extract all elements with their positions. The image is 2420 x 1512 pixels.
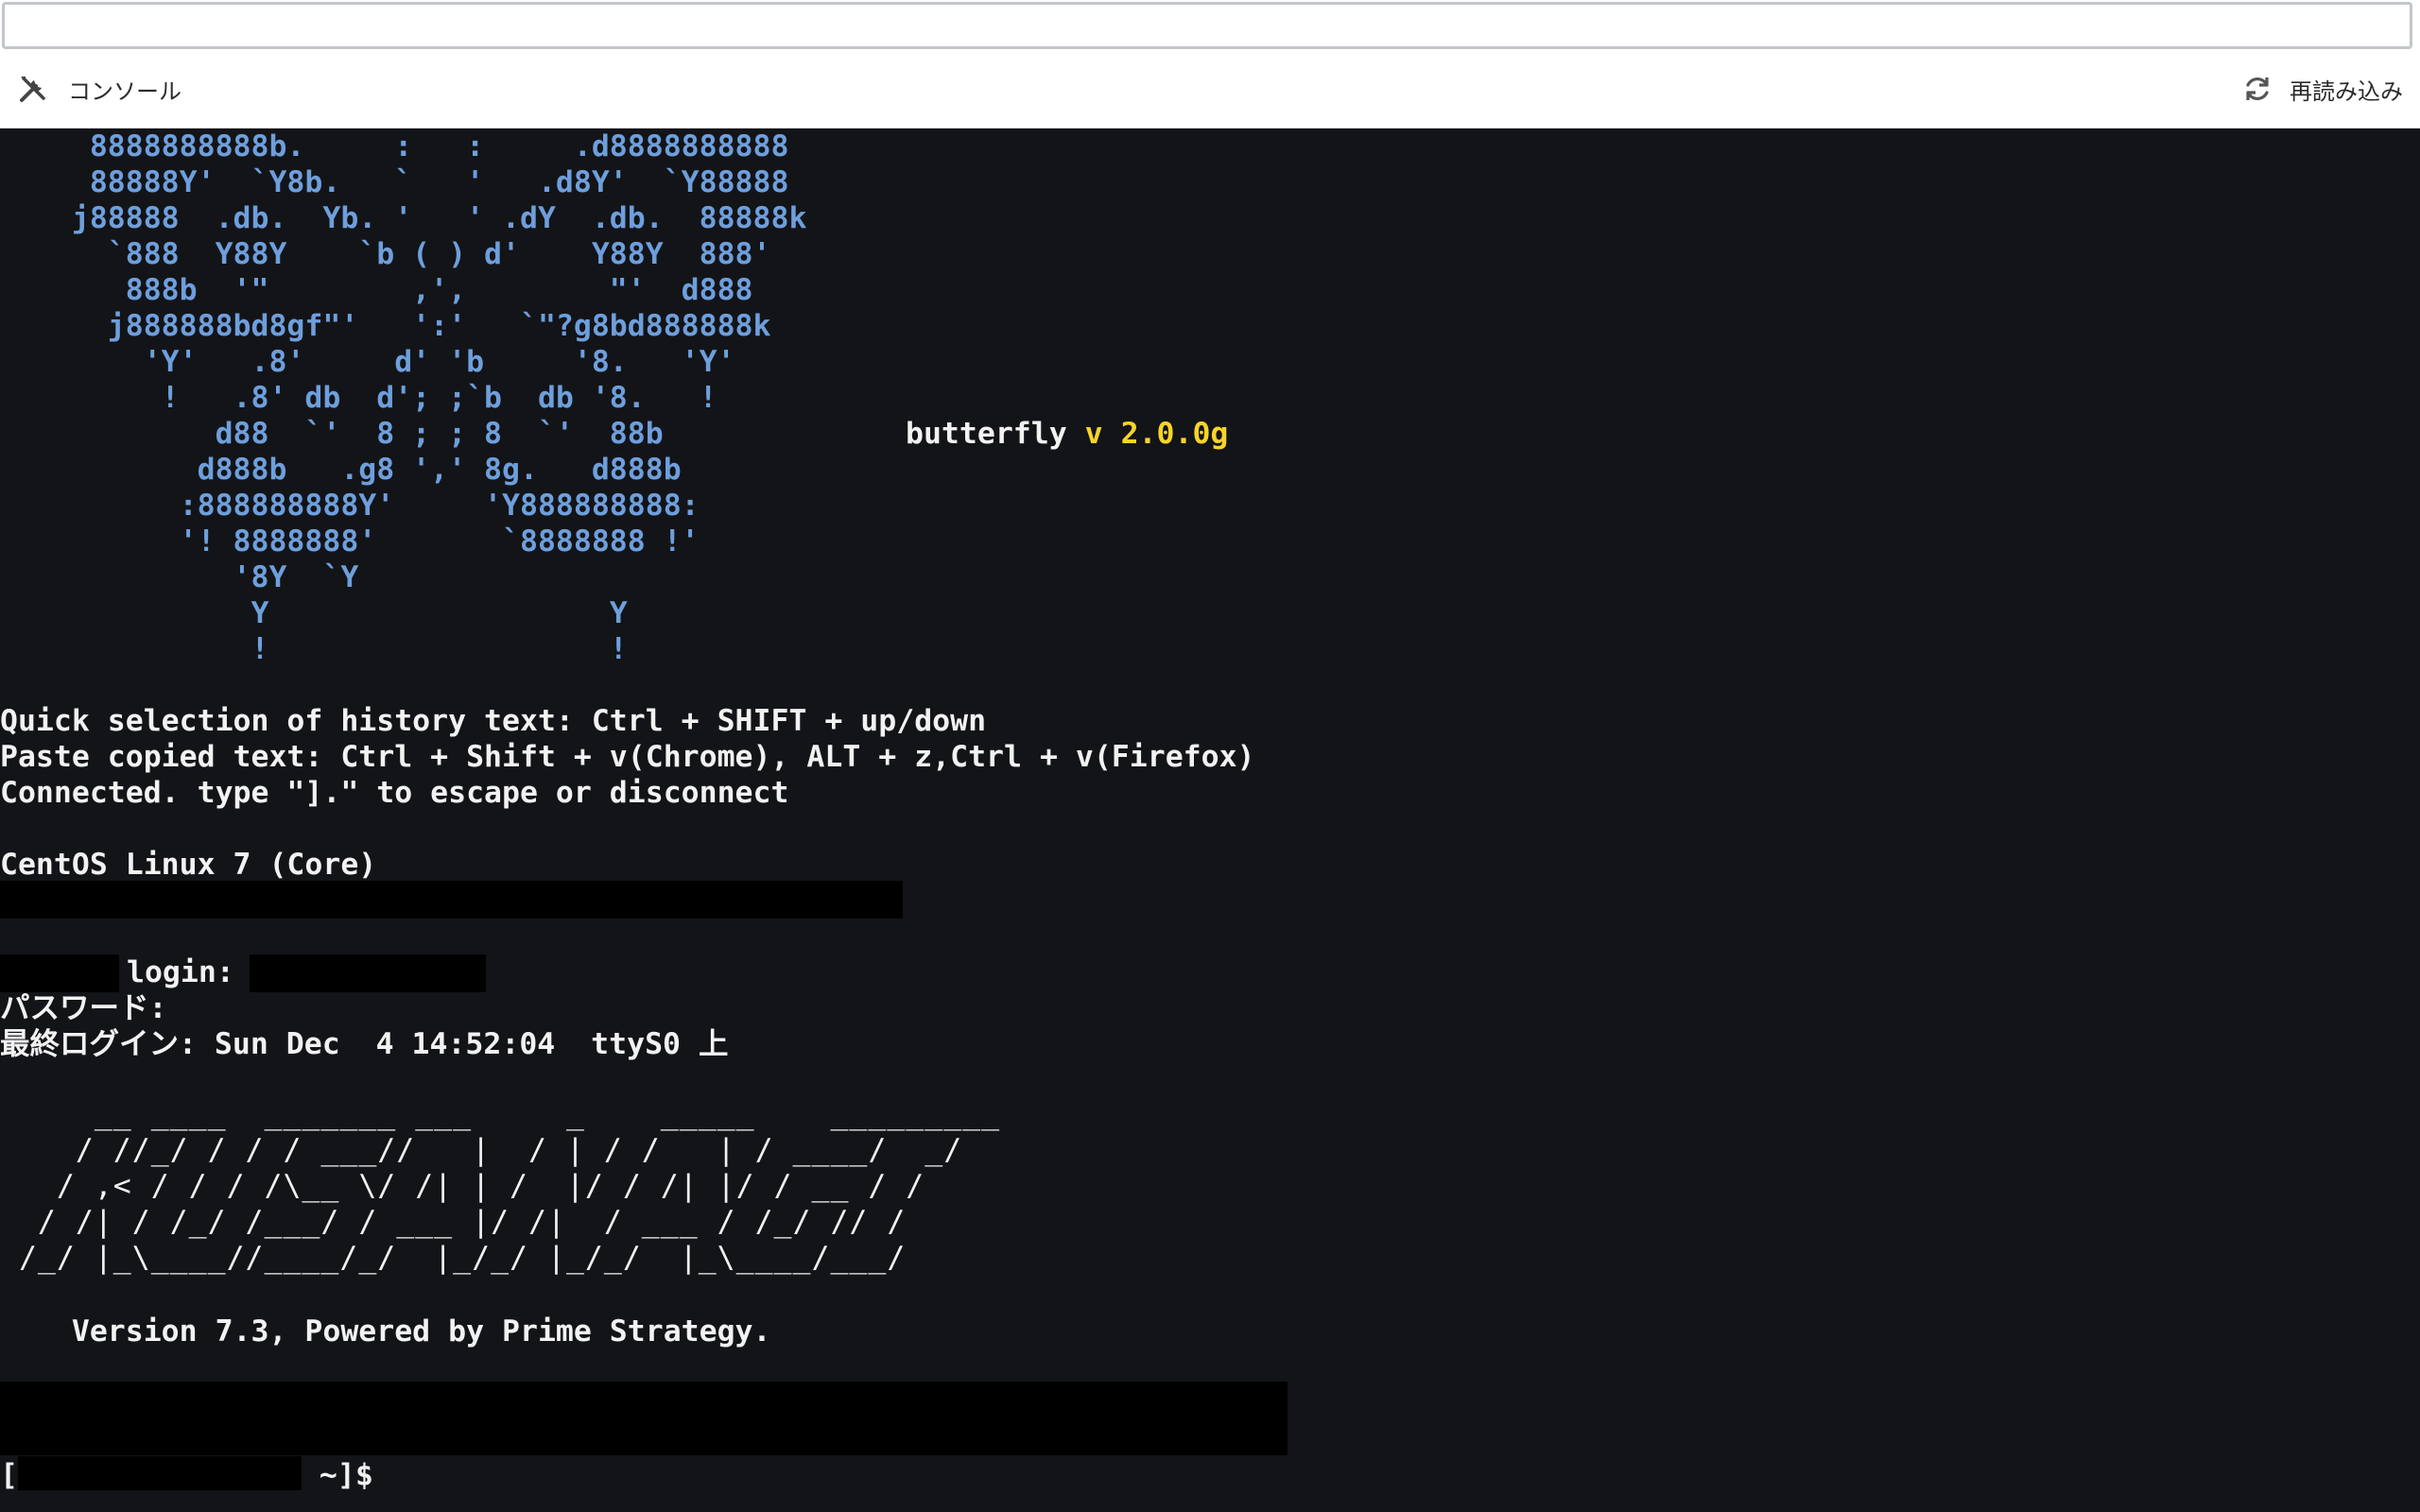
redacted-block — [0, 881, 903, 919]
prompt-open-bracket: [ — [0, 1458, 18, 1492]
butterfly-art-row: 'Y' .8' d' 'b '8. 'Y' — [0, 345, 735, 379]
kusanagi-art-row: __ ____ _______ ___ _ _____ _________ — [0, 1097, 1001, 1131]
butterfly-art-row: Y Y — [0, 596, 628, 630]
version-banner: butterfly v 2.0.0g — [906, 416, 1228, 452]
powered-by-line: Version 7.3, Powered by Prime Strategy. — [0, 1314, 771, 1349]
help-line-paste: Paste copied text: Ctrl + Shift + v(Chro… — [0, 740, 1255, 774]
shell-prompt[interactable]: [ ~]$ — [0, 1456, 373, 1493]
last-login-line: 最終ログイン: Sun Dec 4 14:52:04 ttyS0 上 — [0, 1027, 729, 1061]
top-toolbar: コンソール 再読み込み — [0, 0, 2420, 129]
butterfly-art-row: d888b .g8 ',' 8g. d888b — [0, 453, 682, 487]
butterfly-art-row: ! .8' db d'; ;`b db '8. ! — [0, 381, 717, 415]
reload-icon — [2242, 74, 2273, 104]
kusanagi-art-row: /_/ |_\____//____/_/ |_/_/ |_/_/ |_\____… — [0, 1241, 907, 1275]
butterfly-art-row: j88888 .db. Yb. ' ' .dY .db. 88888k — [0, 201, 807, 235]
terminal-screen[interactable]: 8888888888b. : : .d8888888888 88888Y' `Y… — [0, 129, 2420, 1512]
help-line-escape: Connected. type "]." to escape or discon… — [0, 776, 789, 810]
butterfly-ascii-art: 8888888888b. : : .d8888888888 88888Y' `Y… — [0, 129, 807, 667]
butterfly-art-row: 8888888888b. : : .d8888888888 — [0, 129, 789, 163]
redacted-block — [0, 1382, 1288, 1455]
redacted-username — [250, 954, 486, 992]
address-bar[interactable] — [2, 2, 2412, 49]
kusanagi-ascii-art: __ ____ _______ ___ _ _____ _________ / … — [0, 1096, 1000, 1276]
butterfly-art-row: `888 Y88Y `b ( ) d' Y88Y 888' — [0, 237, 771, 271]
butterfly-art-row: ! ! — [0, 632, 628, 666]
version-number: v 2.0.0g — [1084, 417, 1229, 451]
butterfly-art-row: '8Y `Y — [0, 560, 359, 594]
console-tab[interactable]: コンソール — [17, 70, 182, 108]
butterfly-art-row: 888b '" ,', "' d888 — [0, 273, 753, 307]
version-name: butterfly — [906, 417, 1067, 451]
console-label: コンソール — [68, 77, 182, 105]
butterfly-art-row: '! 8888888' `8888888 !' — [0, 524, 700, 558]
butterfly-art-row: d88 `' 8 ; ; 8 `' 88b — [0, 417, 664, 451]
os-release-line: CentOS Linux 7 (Core) — [0, 848, 377, 882]
butterfly-art-row: :888888888Y' 'Y888888888: — [0, 489, 700, 523]
login-label: login: — [127, 955, 234, 989]
kusanagi-art-row: / //_/ / / / ___// | / | / / | / ____/ _… — [0, 1133, 963, 1167]
kusanagi-art-row: / /| / /_/ /___/ / ___ |/ /| / ___ / /_/… — [0, 1205, 907, 1239]
redacted-user-host — [17, 1456, 302, 1490]
password-label: パスワード: — [0, 991, 167, 1025]
help-line-history: Quick selection of history text: Ctrl + … — [0, 704, 987, 738]
prompt-suffix: ~]$ — [301, 1458, 373, 1492]
tools-icon — [17, 73, 49, 105]
reload-label: 再読み込み — [2290, 77, 2403, 105]
redacted-hostname — [0, 954, 119, 992]
butterfly-art-row: 88888Y' `Y8b. ` ' .d8Y' `Y88888 — [0, 165, 789, 199]
reload-button[interactable]: 再読み込み — [2242, 70, 2403, 108]
butterfly-art-row: j888888bd8gf"' ':' `"?g8bd888888k — [0, 309, 771, 343]
kusanagi-art-row: / ,< / / / /\__ \/ /| | / |/ / /| |/ / _… — [0, 1169, 925, 1203]
